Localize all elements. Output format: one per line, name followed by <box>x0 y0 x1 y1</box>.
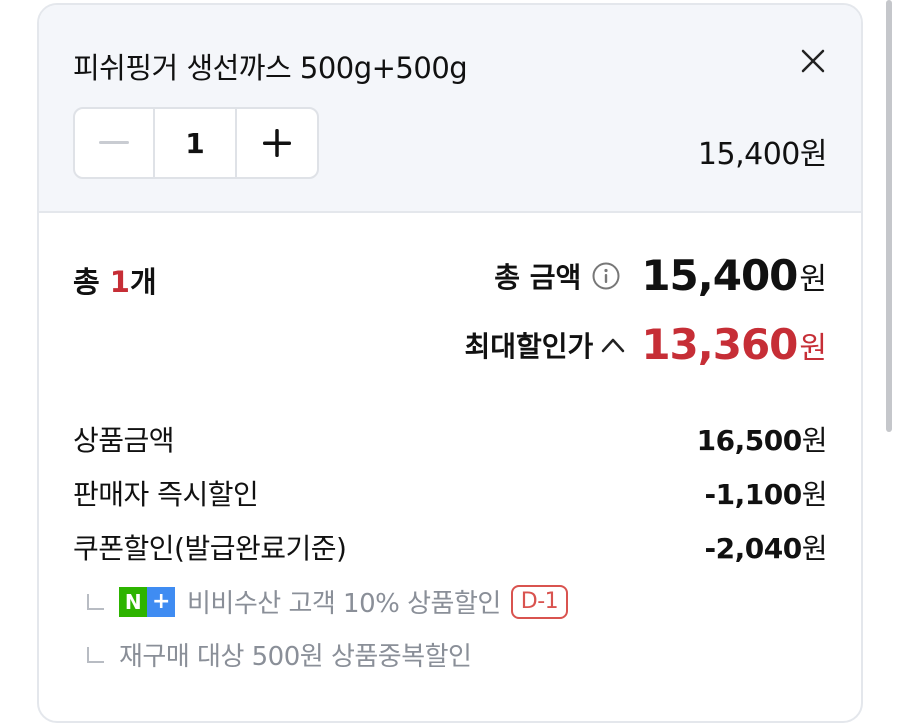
coupon-detail-repurchase: 재구매 대상 500원 상품중복할인 <box>85 636 472 673</box>
coupon-detail-naver-plus: N + 비비수산 고객 10% 상품할인 D-1 <box>85 583 569 620</box>
decrease-quantity-button[interactable] <box>75 109 155 177</box>
max-discount-unit: 원 <box>799 330 827 366</box>
max-discount-value: 13,360 <box>641 320 798 369</box>
dday-badge: D-1 <box>510 584 569 619</box>
breakdown-amount: -1,100 <box>704 478 803 511</box>
coupon-detail-text: 재구매 대상 500원 상품중복할인 <box>119 642 472 672</box>
selected-option-panel: 피쉬핑거 생선까스 500g+500g 1 15,400원 <box>39 5 861 213</box>
total-amount-unit: 원 <box>799 261 827 297</box>
total-count-prefix: 총 <box>73 265 110 299</box>
max-discount-toggle[interactable]: 최대할인가 <box>465 325 594 365</box>
plus-icon <box>263 129 291 157</box>
breakdown-amount: -2,040 <box>704 532 803 565</box>
quantity-stepper: 1 <box>73 107 319 179</box>
quantity-value[interactable]: 1 <box>155 109 237 177</box>
total-count-number: 1 <box>109 265 130 299</box>
total-count: 총 1개 <box>73 259 157 301</box>
breakdown-value: -2,040원 <box>704 527 828 567</box>
info-icon[interactable] <box>591 261 621 291</box>
corner-bracket-icon <box>87 593 104 610</box>
breakdown-row-coupon-discount: 쿠폰할인(발급완료기준) -2,040원 <box>73 527 828 567</box>
order-summary-card: 피쉬핑거 생선까스 500g+500g 1 15,400원 총 1개 총 금액 … <box>37 3 863 723</box>
increase-quantity-button[interactable] <box>237 109 317 177</box>
breakdown-unit: 원 <box>801 532 828 565</box>
coupon-detail-text: 비비수산 고객 10% 상품할인 <box>187 589 501 619</box>
product-name: 피쉬핑거 생선까스 500g+500g <box>73 51 468 85</box>
total-count-suffix: 개 <box>129 265 157 299</box>
total-amount-row: 총 금액 15,400 원 <box>494 251 827 300</box>
breakdown-value: 16,500원 <box>696 419 828 459</box>
scrollbar[interactable] <box>886 0 892 432</box>
plus-badge-icon: + <box>147 586 175 617</box>
breakdown-unit: 원 <box>801 424 828 457</box>
naver-n-icon: N <box>119 586 147 617</box>
breakdown-label: 쿠폰할인(발급완료기준) <box>73 532 347 565</box>
minus-icon <box>99 141 129 144</box>
breakdown-label: 상품금액 <box>73 424 175 457</box>
breakdown-label: 판매자 즉시할인 <box>73 478 259 511</box>
corner-bracket-icon <box>87 646 104 663</box>
remove-option-button[interactable] <box>795 43 831 79</box>
breakdown-row-product-price: 상품금액 16,500원 <box>73 419 828 459</box>
total-amount-value: 15,400 <box>641 251 798 300</box>
breakdown-amount: 16,500 <box>696 424 803 457</box>
breakdown-value: -1,100원 <box>704 473 828 513</box>
total-amount-label: 총 금액 <box>494 260 582 294</box>
close-icon <box>801 49 825 73</box>
breakdown-row-seller-discount: 판매자 즉시할인 -1,100원 <box>73 473 828 513</box>
naver-plus-badge: N + <box>119 586 175 617</box>
option-price: 15,400원 <box>697 137 828 172</box>
max-discount-row: 최대할인가 13,360 원 <box>465 320 828 369</box>
breakdown-unit: 원 <box>801 478 828 511</box>
chevron-up-icon[interactable] <box>599 333 627 357</box>
